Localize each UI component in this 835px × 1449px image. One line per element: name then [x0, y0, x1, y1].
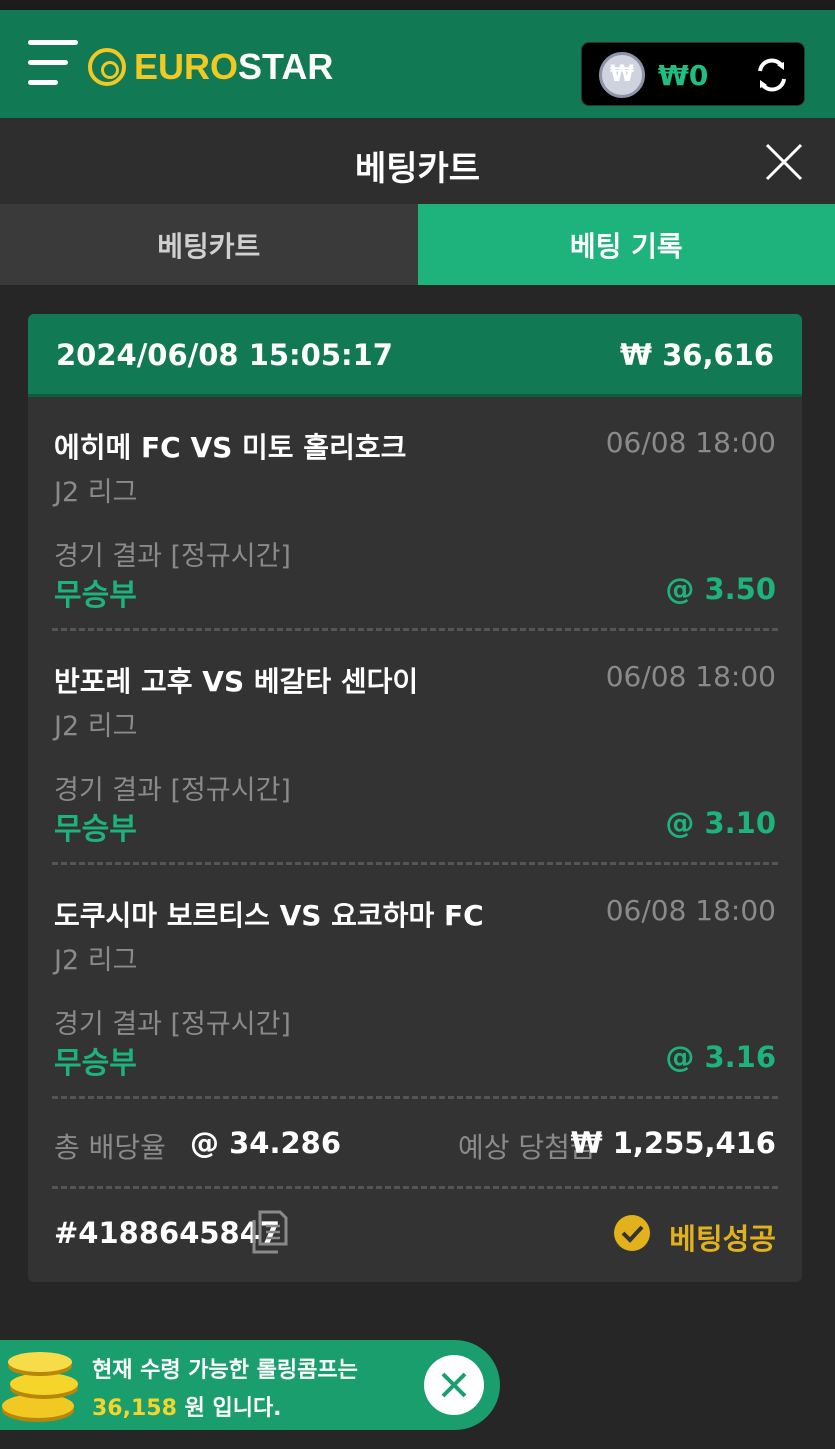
bet-odds: @ 3.10 — [665, 806, 776, 840]
bet-item: 도쿠시마 보르티스 VS 요코하마 FC 06/08 18:00 J2 리그 경… — [28, 868, 802, 1102]
logo[interactable]: EUROSTAR — [88, 46, 333, 88]
match-name: 에히메 FC VS 미토 홀리호크 — [54, 431, 407, 464]
logo-mark-icon — [88, 48, 126, 86]
status-strip — [0, 0, 835, 10]
bet-odds: @ 3.50 — [665, 572, 776, 606]
bet-odds: @ 3.16 — [665, 1040, 776, 1074]
gold-coins-icon — [2, 1352, 78, 1422]
bet-datetime: 2024/06/08 15:05:17 — [56, 338, 393, 372]
match-time: 06/08 18:00 — [605, 426, 776, 459]
bet-slip-header: 2024/06/08 15:05:17 ₩ 36,616 — [28, 314, 802, 397]
logo-star: STAR — [238, 46, 334, 87]
logo-text: EUROSTAR — [134, 46, 333, 88]
check-circle-icon — [614, 1215, 650, 1251]
bet-item: 에히메 FC VS 미토 홀리호크 06/08 18:00 J2 리그 경기 결… — [28, 400, 802, 634]
refresh-icon[interactable] — [754, 57, 790, 93]
bet-id: #4188645847 — [54, 1216, 281, 1250]
league-name: J2 리그 — [54, 945, 138, 976]
bet-slip-card: 2024/06/08 15:05:17 ₩ 36,616 에히메 FC VS 미… — [28, 314, 802, 1282]
top-header: EUROSTAR ₩ ₩0 — [0, 10, 835, 118]
promo-amount: 36,158 — [92, 1396, 177, 1421]
bet-item: 반포레 고후 VS 베갈타 센다이 06/08 18:00 J2 리그 경기 결… — [28, 634, 802, 868]
bet-pick: 무승부 — [54, 578, 137, 613]
divider — [52, 1186, 778, 1189]
match-name: 도쿠시마 보르티스 VS 요코하마 FC — [54, 899, 484, 932]
total-odds-value: @ 34.286 — [190, 1126, 342, 1160]
promo-suffix: 원 입니다. — [176, 1396, 282, 1421]
divider — [52, 628, 778, 631]
market-name: 경기 결과 [정규시간] — [54, 541, 291, 572]
promo-close-button[interactable] — [424, 1355, 484, 1415]
wallet-balance: ₩0 — [658, 59, 709, 92]
tab-betting-cart[interactable]: 베팅카트 — [0, 204, 418, 285]
page-title: 베팅카트 — [354, 149, 481, 189]
match-name: 반포레 고후 VS 베갈타 센다이 — [54, 665, 419, 698]
bet-stake: ₩ 36,616 — [620, 338, 774, 372]
copy-icon[interactable] — [250, 1210, 288, 1254]
tab-betting-history[interactable]: 베팅 기록 — [417, 204, 835, 285]
market-name: 경기 결과 [정규시간] — [54, 775, 291, 806]
logo-euro: EURO — [134, 46, 239, 87]
bet-status: 베팅성공 — [669, 1222, 776, 1256]
menu-icon[interactable] — [28, 40, 78, 88]
market-name: 경기 결과 [정규시간] — [54, 1009, 291, 1040]
match-time: 06/08 18:00 — [605, 894, 776, 927]
promo-text-line1: 현재 수령 가능한 롤링콤프는 — [92, 1358, 358, 1383]
divider — [52, 862, 778, 865]
divider — [52, 1096, 778, 1099]
expected-win-value: ₩ 1,255,416 — [570, 1126, 776, 1160]
rolling-comp-banner[interactable]: 현재 수령 가능한 롤링콤프는 36,158 원 입니다. — [0, 1340, 500, 1430]
close-icon — [441, 1372, 467, 1398]
wallet-box: ₩ ₩0 — [581, 42, 805, 106]
league-name: J2 리그 — [54, 711, 138, 742]
won-coin-icon: ₩ — [599, 52, 645, 98]
league-name: J2 리그 — [54, 477, 138, 508]
tab-bar: 베팅카트 베팅 기록 — [0, 204, 835, 285]
promo-text-line2: 36,158 원 입니다. — [92, 1390, 282, 1422]
title-bar: 베팅카트 — [0, 118, 835, 204]
bet-pick: 무승부 — [54, 1046, 137, 1081]
bet-pick: 무승부 — [54, 812, 137, 847]
total-odds-label: 총 배당율 — [54, 1131, 166, 1164]
match-time: 06/08 18:00 — [605, 660, 776, 693]
close-icon[interactable] — [764, 142, 804, 182]
